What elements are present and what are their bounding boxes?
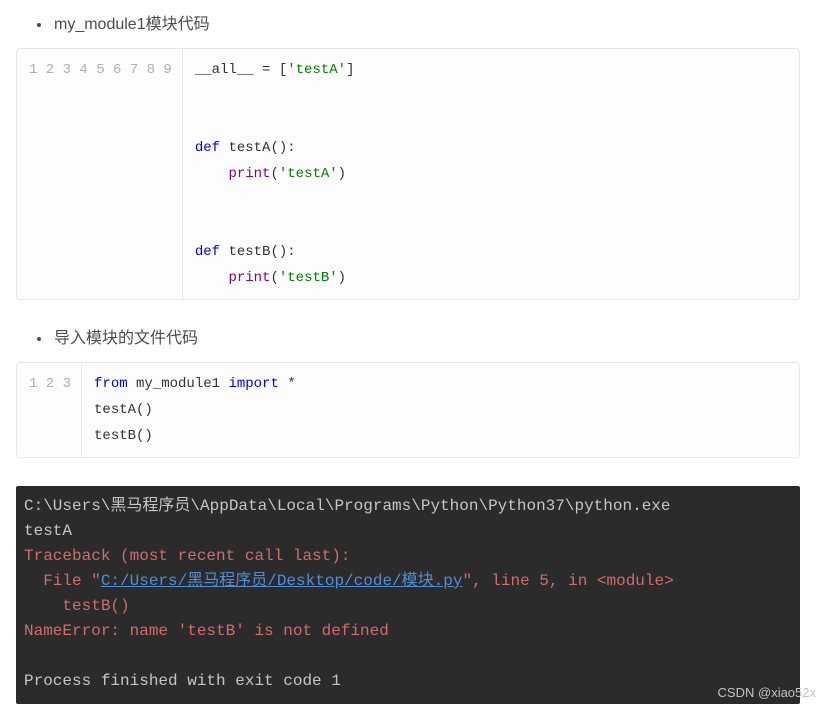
terminal-traceback: Traceback (most recent call last):	[24, 547, 350, 565]
code-lines: from my_module1 import * testA() testB()	[82, 363, 799, 457]
terminal-file-link[interactable]: C:/Users/黑马程序员/Desktop/code/模块.py	[101, 572, 463, 590]
code-lines: __all__ = ['testA'] def testA(): print('…	[183, 49, 799, 299]
line-number-gutter: 1 2 3	[17, 363, 82, 457]
terminal-call: testB()	[24, 597, 130, 615]
terminal-exit: Process finished with exit code 1	[24, 672, 341, 690]
heading-text-2: 导入模块的文件代码	[52, 324, 800, 348]
terminal-line: testA	[24, 522, 72, 540]
terminal-line: C:\Users\黑马程序员\AppData\Local\Programs\Py…	[24, 497, 671, 515]
terminal-error: NameError: name 'testB' is not defined	[24, 622, 389, 640]
section-heading-2: 导入模块的文件代码	[16, 324, 800, 348]
code-block-1: 1 2 3 4 5 6 7 8 9 __all__ = ['testA'] de…	[16, 48, 800, 300]
heading-text-1: my_module1模块代码	[52, 10, 800, 34]
terminal-file-suffix: ", line 5, in <module>	[462, 572, 673, 590]
section-heading-1: my_module1模块代码	[16, 10, 800, 34]
terminal-file-prefix: File "	[24, 572, 101, 590]
line-number-gutter: 1 2 3 4 5 6 7 8 9	[17, 49, 183, 299]
code-block-2: 1 2 3 from my_module1 import * testA() t…	[16, 362, 800, 458]
terminal-output: C:\Users\黑马程序员\AppData\Local\Programs\Py…	[16, 486, 800, 704]
